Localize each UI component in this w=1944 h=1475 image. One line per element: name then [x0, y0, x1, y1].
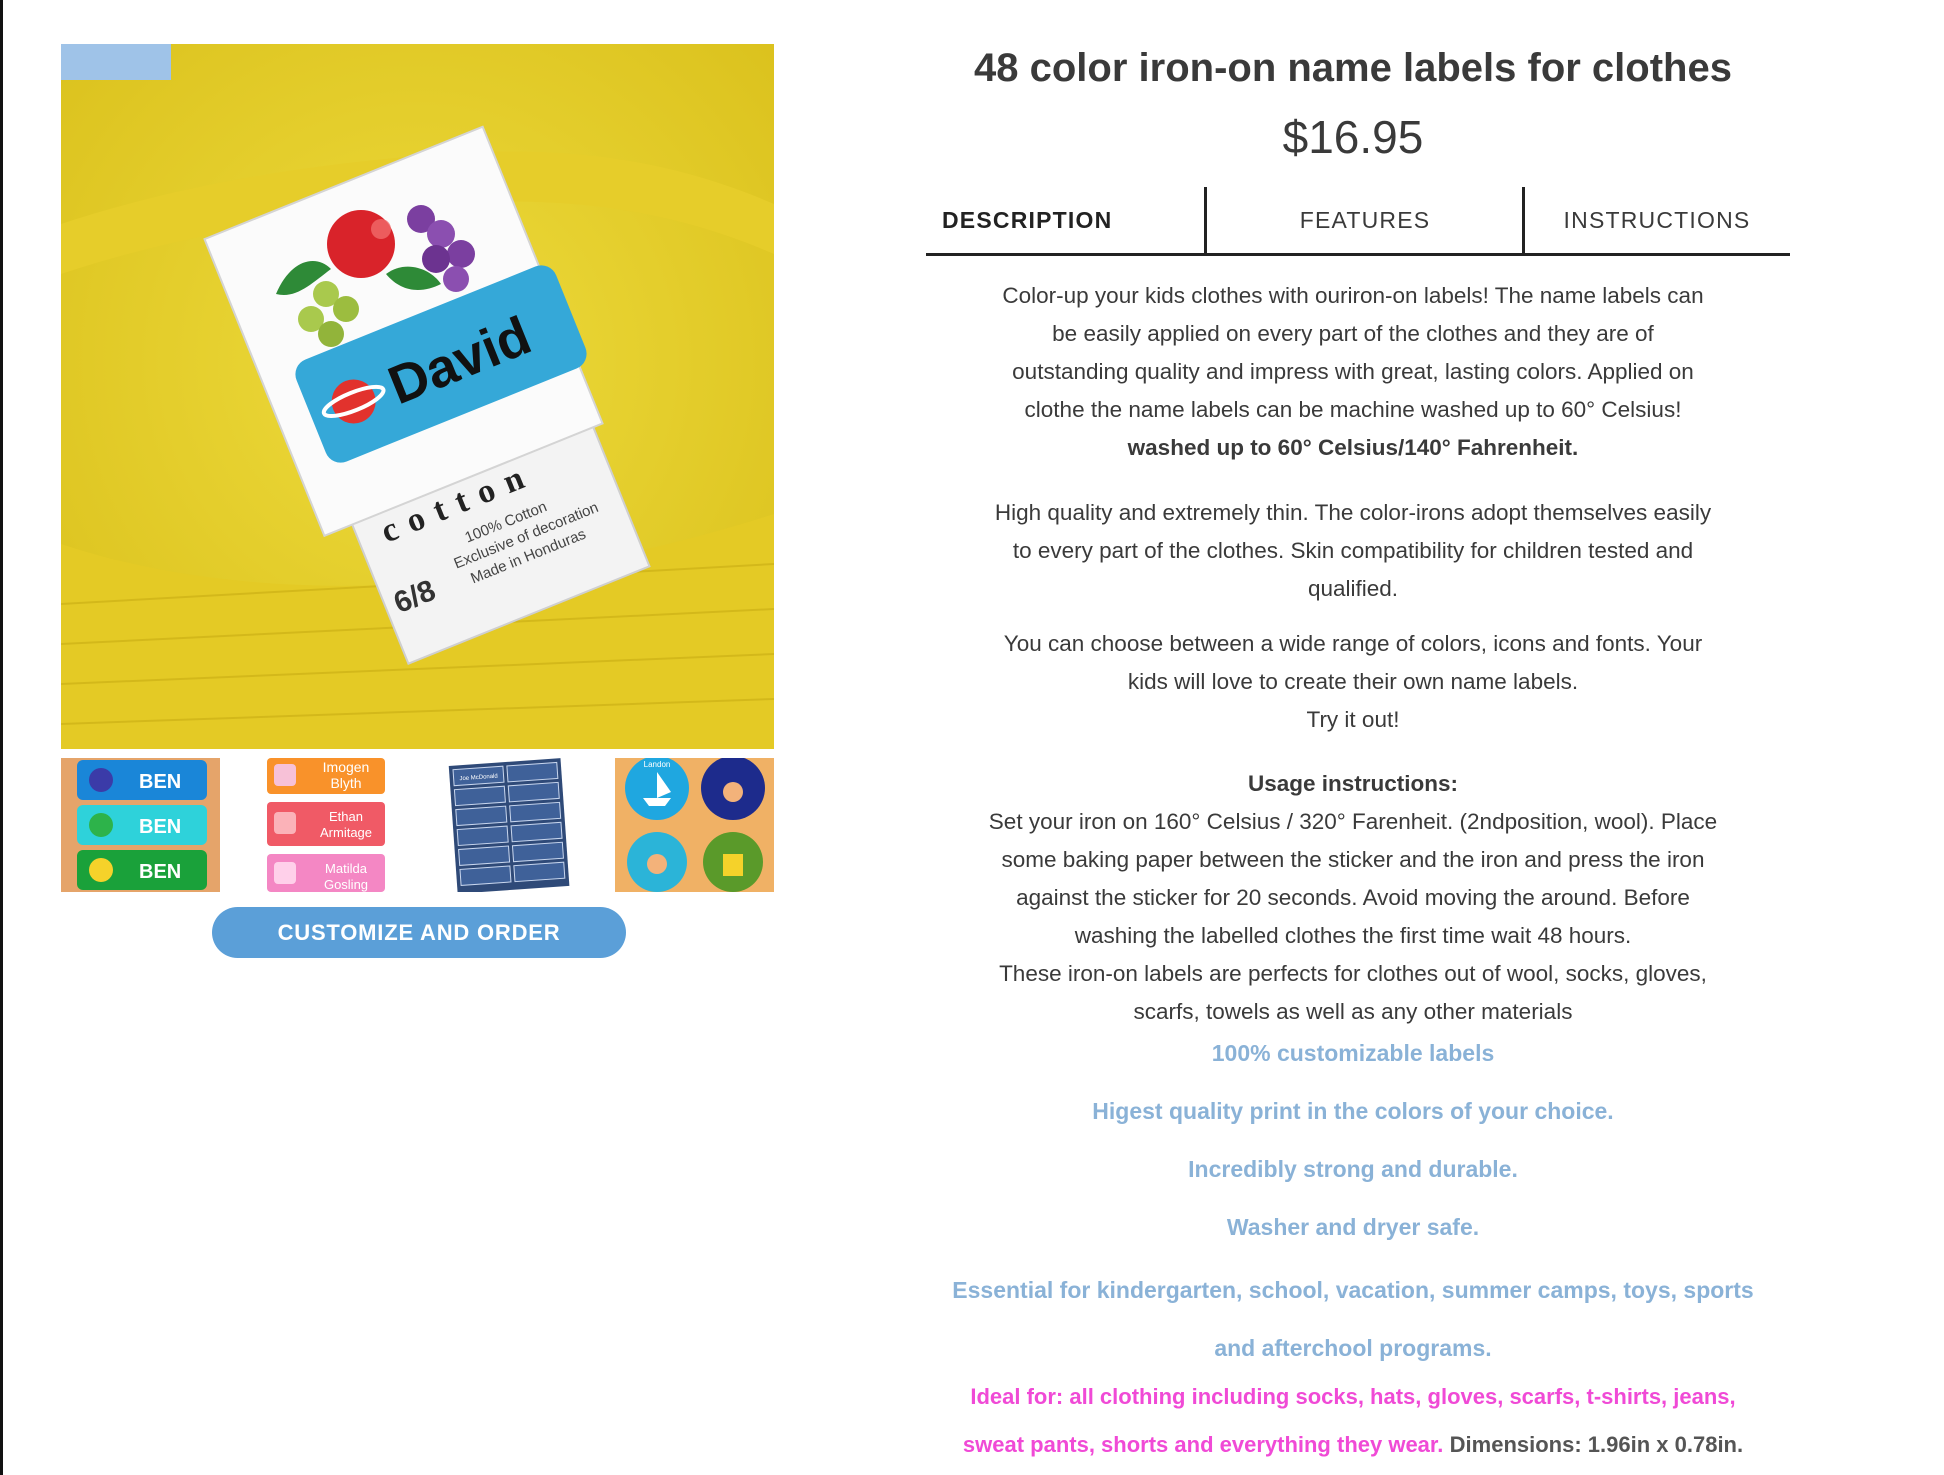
ideal-for-line-2: sweat pants, shorts and everything they …	[900, 1426, 1806, 1464]
text-line: Set your iron on 160° Celsius / 320° Far…	[988, 809, 1718, 834]
text-line: scarfs, towels as well as any other mate…	[1133, 999, 1573, 1024]
thumb2-line-6: Gosling	[324, 877, 368, 892]
dimensions: Dimensions: 1.96in x 0.78in.	[1449, 1432, 1744, 1457]
thumb2-line-3: Ethan	[329, 809, 363, 824]
thumb1-label-3: BEN	[139, 861, 181, 883]
product-title: 48 color iron-on name labels for clothes	[974, 46, 1732, 90]
tab-description[interactable]: DESCRIPTION	[942, 187, 1112, 253]
thumb2-line-1: Imogen	[323, 759, 370, 775]
description-intro: Color-up your kids clothes with ouriron-…	[900, 277, 1806, 467]
essential-line-2: and afterchool programs.	[1214, 1335, 1492, 1361]
thumbnail-name-labels[interactable]: Imogen Blyth Ethan Armitage Matilda Gosl…	[264, 758, 388, 892]
text-line: kids will love to create their own name …	[1127, 669, 1579, 694]
text-line: be easily applied on every part of the c…	[1052, 321, 1654, 346]
thumb2-line-5: Matilda	[325, 861, 368, 876]
text-line: You can choose between a wide range of c…	[1003, 631, 1703, 656]
thumbnail-strip: BEN BEN BEN Imogen Blyth Ethan Armitage …	[61, 758, 774, 892]
tab-features[interactable]: FEATURES	[1206, 187, 1524, 253]
text-line: qualified.	[1307, 576, 1399, 601]
text-line: Color-up your kids clothes with ouriron-…	[1002, 283, 1704, 308]
text-line: outstanding quality and impress with gre…	[1012, 359, 1694, 384]
feature-2: Higest quality print in the colors of yo…	[1092, 1098, 1614, 1124]
usage-heading: Usage instructions:	[1247, 771, 1459, 796]
text-line: Try it out!	[1306, 707, 1400, 732]
thumbnail-label-sheet[interactable]: Joe McDonald	[441, 758, 575, 892]
page-left-edge	[0, 0, 3, 1475]
text-line: clothe the name labels can be machine wa…	[1024, 397, 1682, 422]
text-line: High quality and extremely thin. The col…	[994, 500, 1712, 525]
thumb1-label-2: BEN	[139, 816, 181, 838]
thumb4-text: Landon	[644, 760, 671, 769]
product-main-image: David cotton 6/8 100% Cotton Exclusive o…	[61, 44, 774, 749]
text-line: to every part of the clothes. Skin compa…	[1012, 538, 1694, 563]
customize-and-order-button[interactable]: CUSTOMIZE AND ORDER	[212, 907, 626, 958]
ideal-for-text: sweat pants, shorts and everything they …	[962, 1432, 1444, 1457]
thumb2-line-2: Blyth	[330, 775, 361, 791]
text-line: against the sticker for 20 seconds. Avoi…	[1016, 885, 1690, 910]
feature-4: Washer and dryer safe.	[1226, 1214, 1480, 1240]
text-line: some baking paper between the sticker an…	[1001, 847, 1705, 872]
thumb1-label-1: BEN	[139, 771, 181, 793]
wash-temperature-note: washed up to 60° Celsius/140° Fahrenheit…	[1127, 435, 1579, 460]
thumbnail-round-labels[interactable]: Landon	[615, 758, 774, 892]
description-customize: You can choose between a wide range of c…	[900, 625, 1806, 739]
feature-1: 100% customizable labels	[1211, 1040, 1495, 1066]
product-tabs: DESCRIPTION FEATURES INSTRUCTIONS	[926, 187, 1790, 256]
essential-line-1: Essential for kindergarten, school, vaca…	[952, 1277, 1754, 1303]
text-line: washing the labelled clothes the first t…	[1074, 923, 1632, 948]
thumb2-line-4: Armitage	[320, 825, 372, 840]
product-price: $16.95	[1282, 111, 1424, 163]
tab-instructions[interactable]: INSTRUCTIONS	[1524, 187, 1790, 253]
ideal-for-line-1: Ideal for: all clothing including socks,…	[970, 1384, 1736, 1409]
thumbnail-monster-labels[interactable]: BEN BEN BEN	[61, 758, 220, 892]
description-quality: High quality and extremely thin. The col…	[900, 494, 1806, 608]
text-line: These iron-on labels are perfects for cl…	[999, 961, 1707, 986]
feature-3: Incredibly strong and durable.	[1188, 1156, 1518, 1182]
usage-instructions: Usage instructions: Set your iron on 160…	[900, 765, 1806, 1031]
